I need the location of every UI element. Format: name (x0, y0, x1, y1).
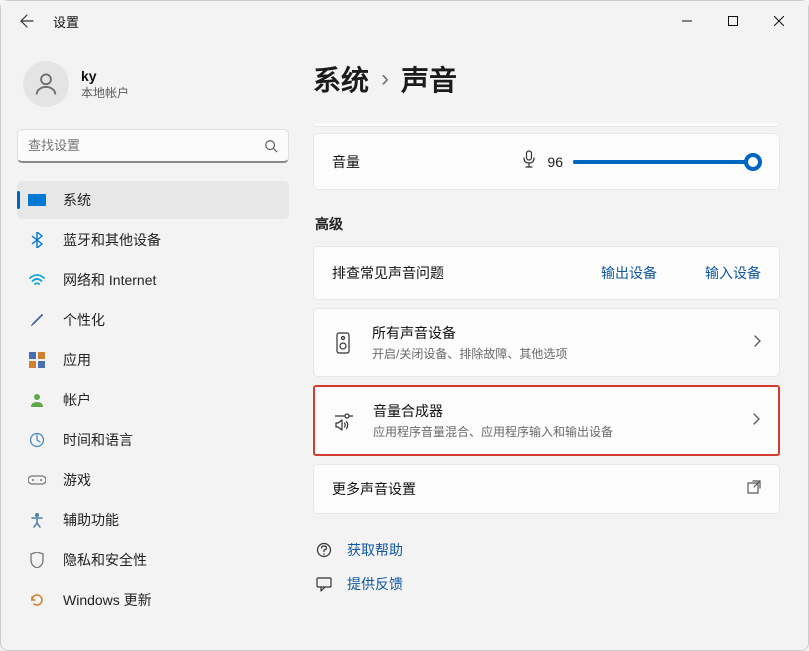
bluetooth-icon (27, 230, 47, 250)
slider-fill (573, 160, 753, 164)
mixer-subtitle: 应用程序音量混合、应用程序输入和输出设备 (373, 423, 613, 440)
give-feedback-link[interactable]: 提供反馈 (315, 574, 780, 594)
sidebar-item-bluetooth[interactable]: 蓝牙和其他设备 (17, 221, 289, 259)
search-icon (264, 139, 278, 153)
arrow-left-icon (19, 13, 35, 29)
section-heading-advanced: 高级 (315, 214, 780, 234)
close-icon (774, 16, 784, 26)
avatar (23, 61, 69, 107)
maximize-icon (728, 16, 738, 26)
minimize-icon (682, 16, 692, 26)
sidebar-item-label: 系统 (63, 190, 91, 210)
sidebar-item-label: 个性化 (63, 310, 105, 330)
feedback-icon (315, 576, 333, 592)
sidebar-item-system[interactable]: 系统 (17, 181, 289, 219)
sidebar-item-network[interactable]: 网络和 Internet (17, 261, 289, 299)
breadcrumb-current: 声音 (401, 59, 457, 99)
apps-icon (27, 350, 47, 370)
maximize-button[interactable] (710, 1, 756, 41)
sidebar-item-windows-update[interactable]: Windows 更新 (17, 581, 289, 619)
all-devices-subtitle: 开启/关闭设备、排除故障、其他选项 (372, 345, 567, 362)
account-icon (27, 390, 47, 410)
close-button[interactable] (756, 1, 802, 41)
speaker-device-icon (332, 332, 354, 354)
sidebar-item-gaming[interactable]: 游戏 (17, 461, 289, 499)
sidebar-item-label: Windows 更新 (63, 590, 152, 610)
search-input[interactable] (28, 138, 264, 153)
wifi-icon (27, 270, 47, 290)
volume-slider[interactable] (573, 152, 761, 172)
window-controls (664, 1, 802, 41)
get-help-link[interactable]: 获取帮助 (315, 540, 780, 560)
output-devices-link[interactable]: 输出设备 (601, 263, 657, 283)
sidebar-item-accounts[interactable]: 帐户 (17, 381, 289, 419)
app-title: 设置 (53, 12, 79, 31)
chevron-right-icon: › (381, 65, 389, 93)
sidebar-item-time-language[interactable]: 时间和语言 (17, 421, 289, 459)
gaming-icon (27, 470, 47, 490)
sidebar-item-label: 隐私和安全性 (63, 550, 147, 570)
sidebar-item-label: 帐户 (63, 390, 91, 410)
feedback-label: 提供反馈 (347, 574, 403, 594)
footer-links: 获取帮助 提供反馈 (313, 540, 780, 594)
sidebar-item-label: 网络和 Internet (63, 270, 156, 290)
troubleshoot-label: 排查常见声音问题 (332, 263, 444, 283)
all-sound-devices-row[interactable]: 所有声音设备 开启/关闭设备、排除故障、其他选项 (313, 308, 780, 377)
breadcrumb: 系统 › 声音 (313, 59, 780, 99)
sidebar: ky 本地帐户 系统 蓝牙和其他设备 网络和 Internet (1, 41, 301, 650)
help-label: 获取帮助 (347, 540, 403, 560)
profile-texts: ky 本地帐户 (81, 68, 129, 101)
slider-thumb[interactable] (744, 153, 762, 171)
sidebar-item-privacy[interactable]: 隐私和安全性 (17, 541, 289, 579)
shield-icon (27, 550, 47, 570)
sidebar-item-label: 应用 (63, 350, 91, 370)
sidebar-item-personalization[interactable]: 个性化 (17, 301, 289, 339)
titlebar: 设置 (1, 1, 808, 41)
chevron-right-icon (752, 412, 760, 430)
sidebar-item-label: 游戏 (63, 470, 91, 490)
troubleshoot-card: 排查常见声音问题 输出设备 输入设备 (313, 246, 780, 300)
chevron-right-icon (753, 334, 761, 352)
profile-block[interactable]: ky 本地帐户 (17, 49, 289, 125)
main-content: 系统 › 声音 音量 96 高级 排查常见声音问题 (301, 41, 808, 650)
back-button[interactable] (7, 1, 47, 41)
all-devices-title: 所有声音设备 (372, 323, 567, 343)
paintbrush-icon (27, 310, 47, 330)
minimize-button[interactable] (664, 1, 710, 41)
sidebar-item-label: 时间和语言 (63, 430, 133, 450)
more-settings-label: 更多声音设置 (332, 479, 416, 499)
sidebar-item-label: 蓝牙和其他设备 (63, 230, 161, 250)
accessibility-icon (27, 510, 47, 530)
sidebar-item-label: 辅助功能 (63, 510, 119, 530)
volume-mixer-row[interactable]: 音量合成器 应用程序音量混合、应用程序输入和输出设备 (313, 385, 780, 456)
microphone-icon[interactable] (521, 150, 537, 173)
card-cutoff-top (313, 123, 780, 127)
volume-value: 96 (547, 154, 563, 170)
breadcrumb-root[interactable]: 系统 (313, 59, 369, 99)
popout-icon (747, 480, 761, 499)
mixer-icon (333, 411, 355, 431)
sidebar-item-apps[interactable]: 应用 (17, 341, 289, 379)
search-box[interactable] (17, 129, 289, 163)
update-icon (27, 590, 47, 610)
clock-globe-icon (27, 430, 47, 450)
mixer-title: 音量合成器 (373, 401, 613, 421)
profile-name: ky (81, 68, 129, 84)
volume-card: 音量 96 (313, 133, 780, 190)
profile-subtitle: 本地帐户 (81, 84, 129, 101)
person-icon (32, 70, 60, 98)
sidebar-nav: 系统 蓝牙和其他设备 网络和 Internet 个性化 应用 帐户 (17, 181, 289, 619)
more-sound-settings-row[interactable]: 更多声音设置 (313, 464, 780, 514)
help-icon (315, 542, 333, 558)
input-devices-link[interactable]: 输入设备 (705, 263, 761, 283)
system-icon (27, 190, 47, 210)
volume-label: 音量 (332, 152, 360, 172)
sidebar-item-accessibility[interactable]: 辅助功能 (17, 501, 289, 539)
